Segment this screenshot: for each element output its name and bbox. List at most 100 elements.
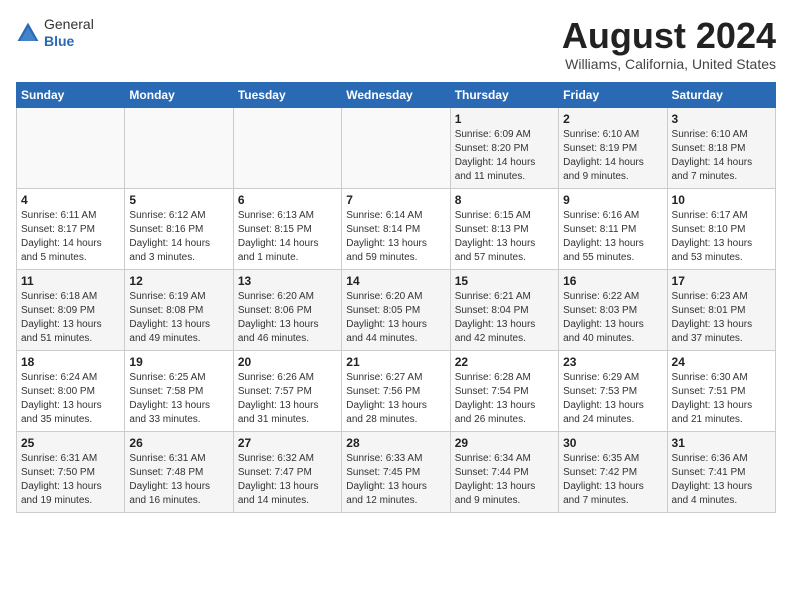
day-header-friday: Friday <box>559 82 667 107</box>
day-number: 20 <box>238 355 337 369</box>
calendar-cell: 11Sunrise: 6:18 AM Sunset: 8:09 PM Dayli… <box>17 269 125 350</box>
day-info: Sunrise: 6:12 AM Sunset: 8:16 PM Dayligh… <box>129 209 228 265</box>
day-info: Sunrise: 6:28 AM Sunset: 7:54 PM Dayligh… <box>455 371 554 427</box>
day-number: 31 <box>672 436 771 450</box>
calendar-cell: 17 Sunrise: 6:23 AM Sunset: 8:01 PM Dayli… <box>667 269 775 350</box>
calendar-cell: 26Sunrise: 6:31 AM Sunset: 7:48 PM Dayli… <box>125 431 233 512</box>
day-number: 21 <box>346 355 445 369</box>
day-info: Sunrise: 6:21 AM Sunset: 8:04 PM Dayligh… <box>455 290 554 346</box>
day-number: 4 <box>21 193 120 207</box>
day-number: 28 <box>346 436 445 450</box>
calendar-cell: 22 Sunrise: 6:28 AM Sunset: 7:54 PM Dayli… <box>450 350 558 431</box>
logo: General Blue <box>16 16 94 50</box>
calendar-cell: 16Sunrise: 6:22 AM Sunset: 8:03 PM Dayli… <box>559 269 667 350</box>
calendar-cell: 8Sunrise: 6:15 AM Sunset: 8:13 PM Daylig… <box>450 188 558 269</box>
day-number: 13 <box>238 274 337 288</box>
calendar-cell: 27 Sunrise: 6:32 AM Sunset: 7:47 PM Dayli… <box>233 431 341 512</box>
day-number: 27 <box>238 436 337 450</box>
calendar-cell: 12 Sunrise: 6:19 AM Sunset: 8:08 PM Dayli… <box>125 269 233 350</box>
page: General Blue August 2024 Williams, Calif… <box>0 0 792 612</box>
calendar-cell: 29 Sunrise: 6:34 AM Sunset: 7:44 PM Dayli… <box>450 431 558 512</box>
day-info: Sunrise: 6:14 AM Sunset: 8:14 PM Dayligh… <box>346 209 445 265</box>
day-header-saturday: Saturday <box>667 82 775 107</box>
calendar-cell <box>125 107 233 188</box>
day-info: Sunrise: 6:23 AM Sunset: 8:01 PM Dayligh… <box>672 290 771 346</box>
logo-icon <box>16 21 40 45</box>
day-info: Sunrise: 6:09 AM Sunset: 8:20 PM Dayligh… <box>455 128 554 184</box>
calendar-cell: 31 Sunrise: 6:36 AM Sunset: 7:41 PM Dayli… <box>667 431 775 512</box>
day-info: Sunrise: 6:22 AM Sunset: 8:03 PM Dayligh… <box>563 290 662 346</box>
day-info: Sunrise: 6:19 AM Sunset: 8:08 PM Dayligh… <box>129 290 228 346</box>
day-info: Sunrise: 6:11 AM Sunset: 8:17 PM Dayligh… <box>21 209 120 265</box>
day-number: 11 <box>21 274 120 288</box>
calendar-cell: 24Sunrise: 6:30 AM Sunset: 7:51 PM Dayli… <box>667 350 775 431</box>
day-number: 22 <box>455 355 554 369</box>
day-info: Sunrise: 6:10 AM Sunset: 8:18 PM Dayligh… <box>672 128 771 184</box>
location: Williams, California, United States <box>562 56 776 72</box>
day-info: Sunrise: 6:27 AM Sunset: 7:56 PM Dayligh… <box>346 371 445 427</box>
day-number: 1 <box>455 112 554 126</box>
day-info: Sunrise: 6:32 AM Sunset: 7:47 PM Dayligh… <box>238 452 337 508</box>
day-info: Sunrise: 6:10 AM Sunset: 8:19 PM Dayligh… <box>563 128 662 184</box>
calendar-cell: 28 Sunrise: 6:33 AM Sunset: 7:45 PM Dayli… <box>342 431 450 512</box>
day-info: Sunrise: 6:13 AM Sunset: 8:15 PM Dayligh… <box>238 209 337 265</box>
day-number: 10 <box>672 193 771 207</box>
calendar-cell: 25Sunrise: 6:31 AM Sunset: 7:50 PM Dayli… <box>17 431 125 512</box>
calendar-week-2: 4 Sunrise: 6:11 AM Sunset: 8:17 PM Daylig… <box>17 188 776 269</box>
calendar-cell <box>233 107 341 188</box>
day-info: Sunrise: 6:33 AM Sunset: 7:45 PM Dayligh… <box>346 452 445 508</box>
calendar-cell: 7 Sunrise: 6:14 AM Sunset: 8:14 PM Daylig… <box>342 188 450 269</box>
day-info: Sunrise: 6:30 AM Sunset: 7:51 PM Dayligh… <box>672 371 771 427</box>
day-info: Sunrise: 6:15 AM Sunset: 8:13 PM Dayligh… <box>455 209 554 265</box>
logo-blue: Blue <box>44 33 94 50</box>
day-number: 17 <box>672 274 771 288</box>
day-number: 3 <box>672 112 771 126</box>
day-number: 14 <box>346 274 445 288</box>
day-header-sunday: Sunday <box>17 82 125 107</box>
calendar-cell: 6Sunrise: 6:13 AM Sunset: 8:15 PM Daylig… <box>233 188 341 269</box>
calendar-cell <box>342 107 450 188</box>
day-header-tuesday: Tuesday <box>233 82 341 107</box>
calendar-cell: 19 Sunrise: 6:25 AM Sunset: 7:58 PM Dayli… <box>125 350 233 431</box>
day-info: Sunrise: 6:34 AM Sunset: 7:44 PM Dayligh… <box>455 452 554 508</box>
day-number: 23 <box>563 355 662 369</box>
calendar-week-3: 11Sunrise: 6:18 AM Sunset: 8:09 PM Dayli… <box>17 269 776 350</box>
calendar-cell: 2Sunrise: 6:10 AM Sunset: 8:19 PM Daylig… <box>559 107 667 188</box>
calendar-cell: 9 Sunrise: 6:16 AM Sunset: 8:11 PM Daylig… <box>559 188 667 269</box>
day-info: Sunrise: 6:20 AM Sunset: 8:05 PM Dayligh… <box>346 290 445 346</box>
calendar-cell: 15 Sunrise: 6:21 AM Sunset: 8:04 PM Dayli… <box>450 269 558 350</box>
calendar-cell: 18Sunrise: 6:24 AM Sunset: 8:00 PM Dayli… <box>17 350 125 431</box>
calendar-table: SundayMondayTuesdayWednesdayThursdayFrid… <box>16 82 776 513</box>
day-header-wednesday: Wednesday <box>342 82 450 107</box>
day-info: Sunrise: 6:29 AM Sunset: 7:53 PM Dayligh… <box>563 371 662 427</box>
day-info: Sunrise: 6:25 AM Sunset: 7:58 PM Dayligh… <box>129 371 228 427</box>
day-number: 19 <box>129 355 228 369</box>
header: General Blue August 2024 Williams, Calif… <box>16 16 776 72</box>
day-info: Sunrise: 6:26 AM Sunset: 7:57 PM Dayligh… <box>238 371 337 427</box>
calendar-cell: 23 Sunrise: 6:29 AM Sunset: 7:53 PM Dayli… <box>559 350 667 431</box>
calendar-header-row: SundayMondayTuesdayWednesdayThursdayFrid… <box>17 82 776 107</box>
day-number: 15 <box>455 274 554 288</box>
calendar-cell: 30Sunrise: 6:35 AM Sunset: 7:42 PM Dayli… <box>559 431 667 512</box>
day-number: 7 <box>346 193 445 207</box>
day-number: 29 <box>455 436 554 450</box>
calendar-cell: 10Sunrise: 6:17 AM Sunset: 8:10 PM Dayli… <box>667 188 775 269</box>
day-header-monday: Monday <box>125 82 233 107</box>
day-info: Sunrise: 6:36 AM Sunset: 7:41 PM Dayligh… <box>672 452 771 508</box>
day-number: 26 <box>129 436 228 450</box>
day-number: 30 <box>563 436 662 450</box>
calendar-cell: 5 Sunrise: 6:12 AM Sunset: 8:16 PM Daylig… <box>125 188 233 269</box>
calendar-cell: 3 Sunrise: 6:10 AM Sunset: 8:18 PM Daylig… <box>667 107 775 188</box>
calendar-cell: 21 Sunrise: 6:27 AM Sunset: 7:56 PM Dayli… <box>342 350 450 431</box>
day-number: 5 <box>129 193 228 207</box>
day-number: 12 <box>129 274 228 288</box>
calendar-week-1: 1 Sunrise: 6:09 AM Sunset: 8:20 PM Daylig… <box>17 107 776 188</box>
month-title: August 2024 <box>562 16 776 56</box>
calendar-cell: 13Sunrise: 6:20 AM Sunset: 8:06 PM Dayli… <box>233 269 341 350</box>
logo-general: General <box>44 16 94 33</box>
day-header-thursday: Thursday <box>450 82 558 107</box>
day-info: Sunrise: 6:16 AM Sunset: 8:11 PM Dayligh… <box>563 209 662 265</box>
calendar-cell: 14 Sunrise: 6:20 AM Sunset: 8:05 PM Dayli… <box>342 269 450 350</box>
day-number: 9 <box>563 193 662 207</box>
day-info: Sunrise: 6:24 AM Sunset: 8:00 PM Dayligh… <box>21 371 120 427</box>
